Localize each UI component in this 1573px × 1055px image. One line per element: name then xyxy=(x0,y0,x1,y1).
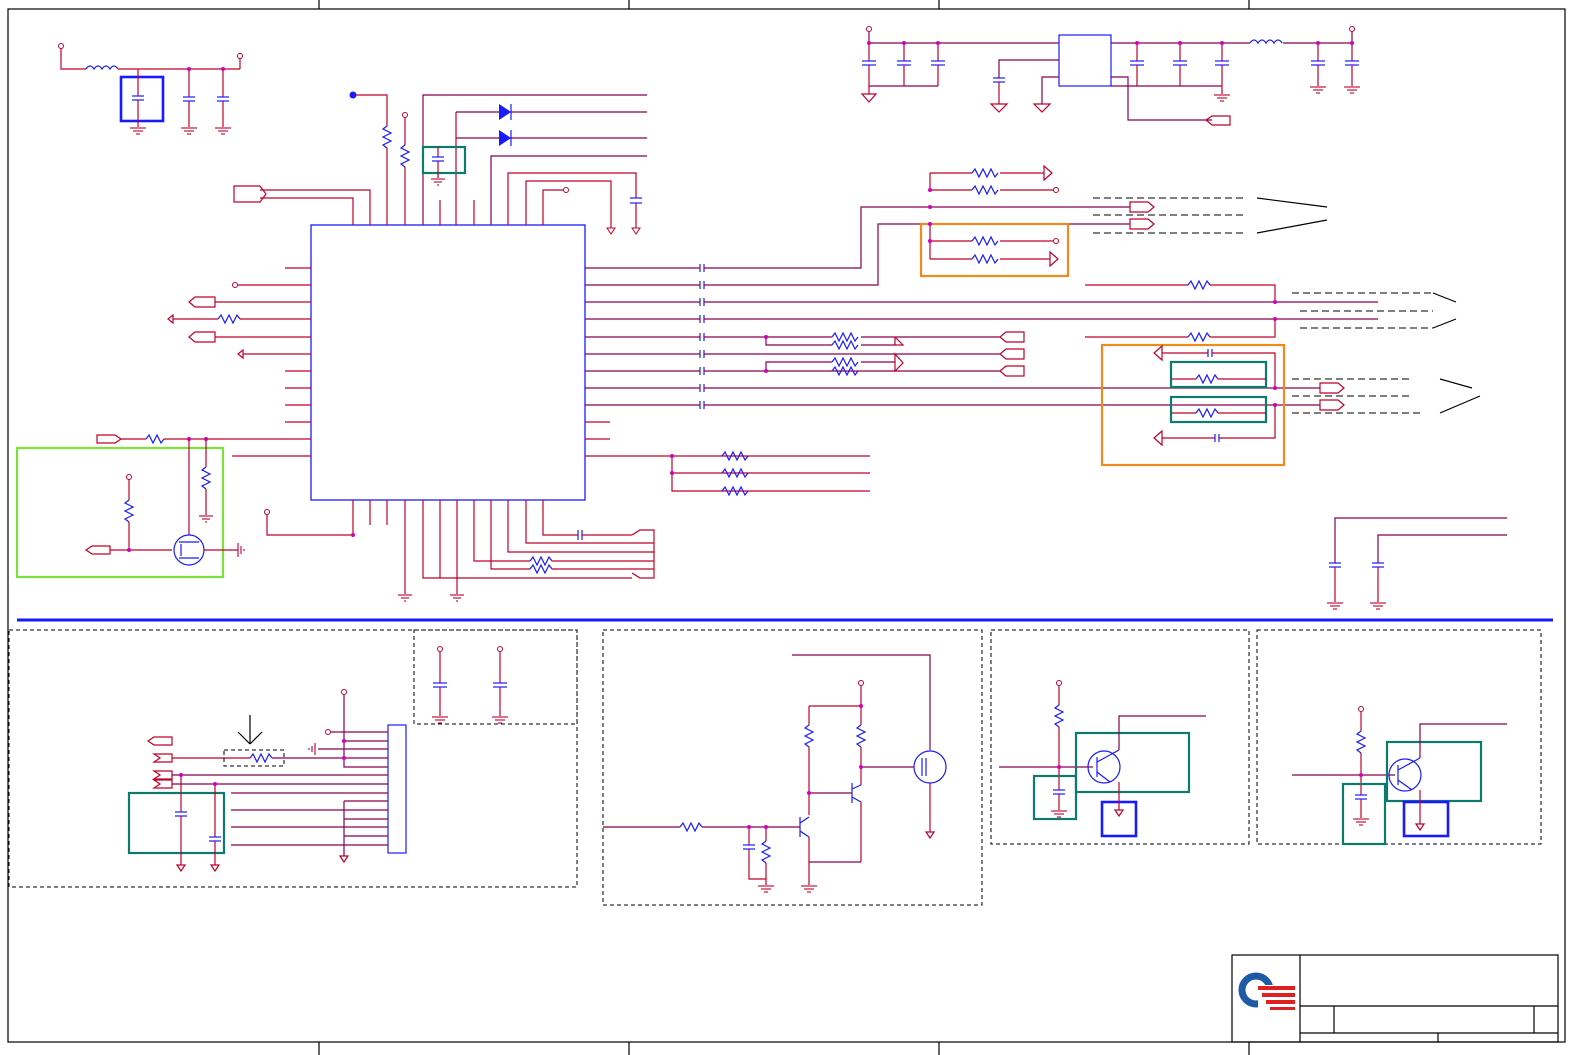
voltage-regulator-block xyxy=(860,26,1360,126)
main-controller-ic xyxy=(310,224,586,501)
mosfet-icon xyxy=(913,750,947,784)
transistor-switch-b xyxy=(1256,629,1542,846)
mosfet-switch-block xyxy=(15,439,245,579)
transistor-driver-block xyxy=(602,629,983,906)
mosfet-icon xyxy=(173,534,205,566)
sheet-frame xyxy=(7,0,1566,1055)
ic-top-nets xyxy=(233,91,647,235)
ic-left-nets xyxy=(96,267,311,457)
ic-right-nets xyxy=(585,201,1378,497)
right-termination-resistors xyxy=(1085,279,1277,343)
dashed-signal-lines xyxy=(1093,197,1481,414)
ic-bottom-nets xyxy=(264,500,655,602)
title-block xyxy=(1231,954,1559,1043)
reg-input-caps xyxy=(860,43,945,103)
company-logo-icon xyxy=(1238,972,1296,1010)
termination-block-1 xyxy=(919,164,1070,278)
power-filter-left xyxy=(58,43,243,135)
connector-block xyxy=(8,629,578,888)
transistor-switch-a xyxy=(990,629,1250,845)
schematic-canvas xyxy=(7,0,1566,1055)
output-caps-right xyxy=(1327,517,1507,610)
reg-output-caps xyxy=(1111,43,1230,102)
